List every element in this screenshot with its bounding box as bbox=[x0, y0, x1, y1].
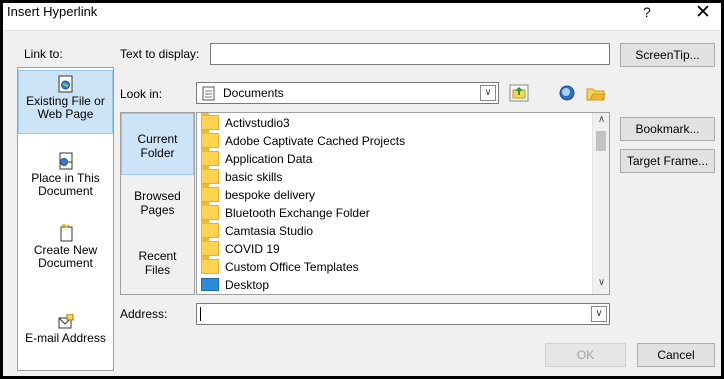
web-page-icon bbox=[58, 75, 72, 93]
address-label: Address: bbox=[120, 307, 168, 321]
file-name: Bluetooth Exchange Folder bbox=[225, 206, 370, 220]
file-name: Activstudio3 bbox=[225, 116, 290, 130]
chevron-down-icon[interactable]: ∨ bbox=[480, 85, 496, 101]
current-folder-label-1: Current bbox=[137, 132, 178, 146]
folder-icon bbox=[201, 130, 219, 148]
link-existing-file-button[interactable]: Existing File or Web Page bbox=[18, 70, 113, 134]
folder-view-panel: Current Folder Browsed Pages Recent File… bbox=[120, 112, 195, 295]
desktop-icon bbox=[201, 278, 219, 291]
folder-icon bbox=[201, 220, 219, 238]
help-button[interactable]: ? bbox=[643, 4, 651, 20]
folder-icon bbox=[201, 148, 219, 166]
browsed-pages-label-2: Pages bbox=[140, 203, 175, 217]
file-name: Custom Office Templates bbox=[225, 260, 359, 274]
new-document-icon bbox=[59, 224, 72, 242]
vertical-scrollbar[interactable]: ∧ ∨ bbox=[592, 113, 609, 294]
link-existing-file-label-2: Web Page bbox=[37, 107, 94, 121]
recent-files-button[interactable]: Recent Files bbox=[121, 249, 194, 289]
insert-hyperlink-dialog: Insert Hyperlink ? ✕ Link to: Existing F… bbox=[0, 0, 724, 379]
link-create-new-label-2: Document bbox=[38, 256, 93, 270]
screentip-button[interactable]: ScreenTip... bbox=[620, 43, 715, 67]
file-name: bespoke delivery bbox=[225, 188, 316, 202]
file-name: Camtasia Studio bbox=[225, 224, 314, 238]
scroll-down-icon[interactable]: ∨ bbox=[593, 277, 609, 288]
look-in-value: Documents bbox=[223, 86, 284, 100]
browse-for-file-icon[interactable] bbox=[586, 84, 606, 102]
current-folder-button[interactable]: Current Folder bbox=[121, 113, 194, 175]
link-place-label-2: Document bbox=[38, 184, 93, 198]
email-icon bbox=[58, 314, 73, 329]
link-place-label-1: Place in This bbox=[31, 171, 100, 185]
file-name: Desktop bbox=[225, 278, 270, 292]
link-create-new-document-button[interactable]: Create New Document bbox=[18, 224, 113, 284]
document-place-icon bbox=[59, 152, 72, 170]
target-frame-button[interactable]: Target Frame... bbox=[620, 149, 715, 173]
look-in-combo[interactable]: Documents ∨ bbox=[196, 82, 499, 104]
link-email-address-button[interactable]: E-mail Address bbox=[18, 314, 113, 354]
address-input[interactable]: ∨ bbox=[196, 303, 610, 325]
link-email-label: E-mail Address bbox=[25, 331, 106, 345]
bookmark-button[interactable]: Bookmark... bbox=[620, 117, 715, 141]
file-name: COVID 19 bbox=[225, 242, 280, 256]
link-to-panel: Existing File or Web Page Place in This … bbox=[17, 67, 114, 371]
folder-icon bbox=[201, 113, 219, 130]
dialog-title: Insert Hyperlink bbox=[7, 4, 98, 19]
link-place-in-document-button[interactable]: Place in This Document bbox=[18, 152, 113, 212]
browsed-pages-label-1: Browsed bbox=[134, 189, 181, 203]
folder-icon bbox=[201, 166, 219, 184]
link-to-label: Link to: bbox=[24, 47, 63, 61]
folder-icon bbox=[201, 238, 219, 256]
file-list: Activstudio3 Adobe Captivate Cached Proj… bbox=[196, 112, 610, 295]
scroll-up-icon[interactable]: ∧ bbox=[593, 114, 609, 125]
cancel-button[interactable]: Cancel bbox=[637, 343, 715, 367]
up-one-folder-icon[interactable] bbox=[509, 84, 529, 102]
file-name: Application Data bbox=[225, 152, 313, 166]
file-name: basic skills bbox=[225, 170, 283, 184]
recent-files-label-2: Files bbox=[144, 263, 171, 277]
close-button[interactable]: ✕ bbox=[695, 1, 711, 23]
browsed-pages-button[interactable]: Browsed Pages bbox=[121, 189, 194, 229]
link-existing-file-label-1: Existing File or bbox=[26, 94, 105, 108]
text-to-display-label: Text to display: bbox=[120, 47, 200, 61]
text-to-display-input[interactable] bbox=[210, 43, 610, 65]
recent-files-label-1: Recent bbox=[138, 249, 177, 263]
link-create-new-label-1: Create New bbox=[33, 243, 98, 257]
title-bar: Insert Hyperlink ? ✕ bbox=[3, 1, 721, 31]
browse-web-icon[interactable] bbox=[558, 84, 576, 102]
ok-button[interactable]: OK bbox=[545, 343, 626, 367]
chevron-down-icon[interactable]: ∨ bbox=[591, 306, 607, 322]
scroll-thumb[interactable] bbox=[596, 131, 606, 151]
file-name: Adobe Captivate Cached Projects bbox=[225, 134, 406, 148]
current-folder-label-2: Folder bbox=[140, 146, 175, 160]
folder-icon bbox=[201, 256, 219, 274]
text-cursor bbox=[200, 307, 201, 321]
folder-icon bbox=[201, 202, 219, 220]
look-in-label: Look in: bbox=[120, 87, 163, 101]
folder-icon bbox=[201, 184, 219, 202]
documents-folder-icon bbox=[202, 86, 215, 101]
